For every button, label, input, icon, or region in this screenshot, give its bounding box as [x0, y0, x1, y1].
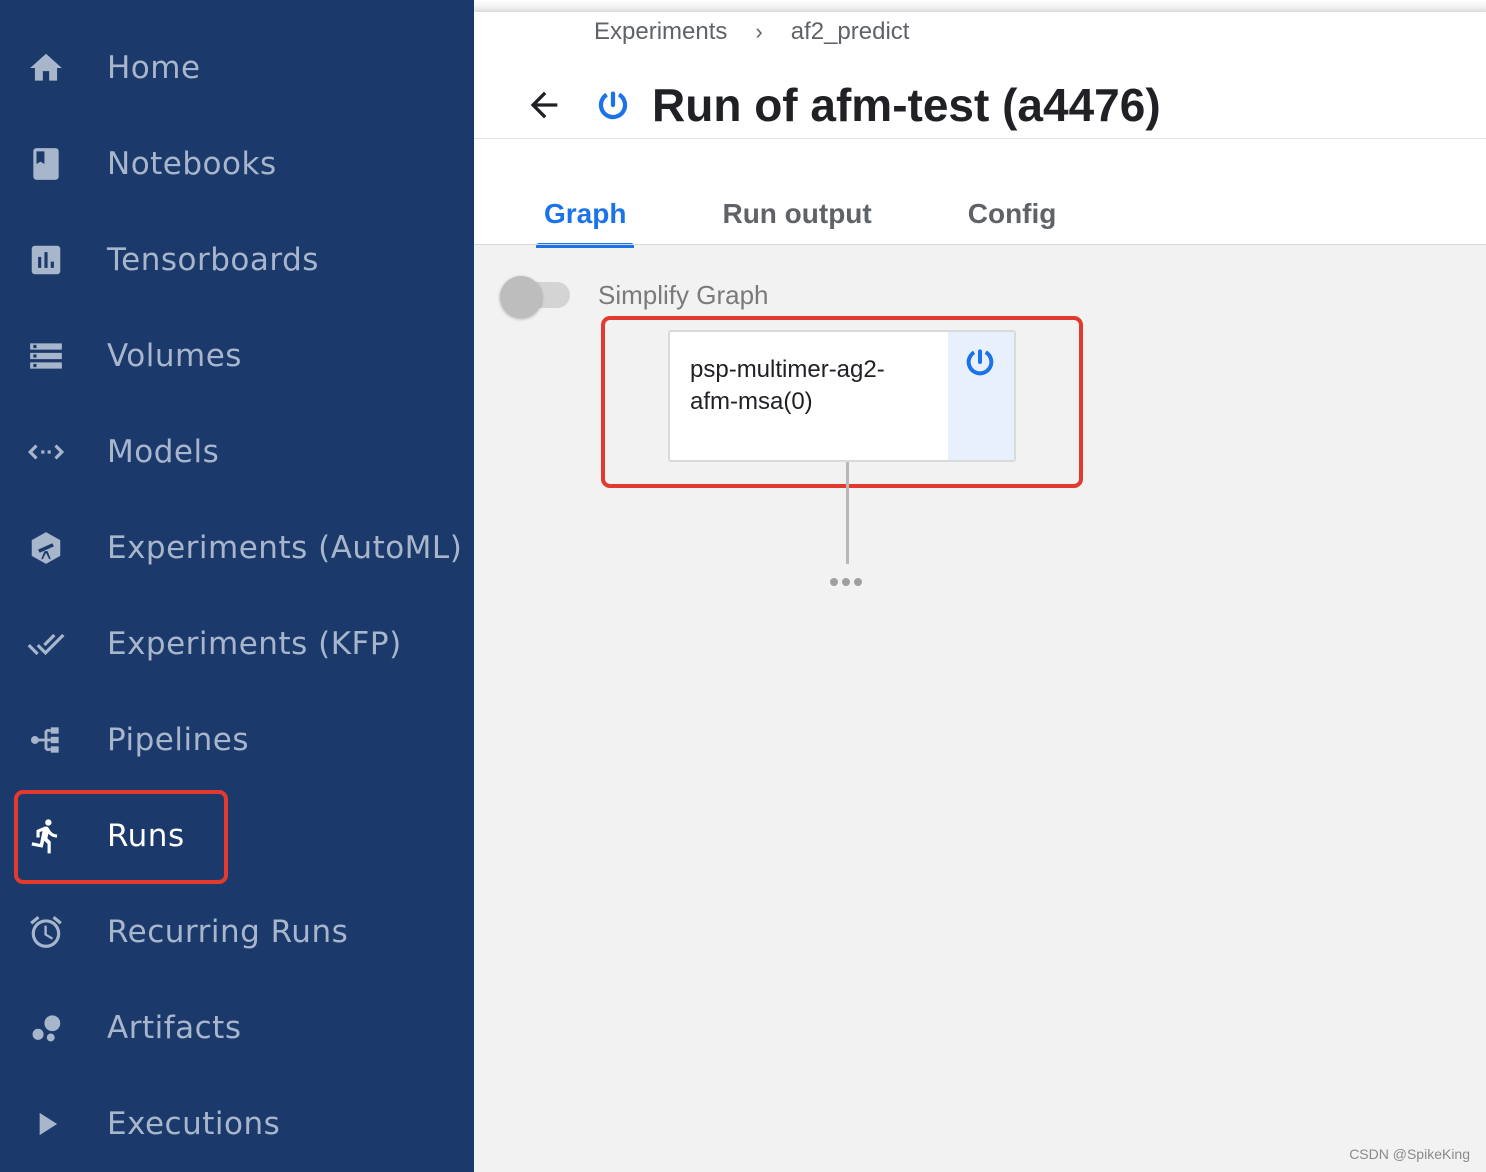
- sidebar-item-experiments-kfp[interactable]: Experiments (KFP): [0, 596, 474, 692]
- graph-node-status: [948, 332, 1014, 460]
- running-person-icon: [26, 816, 66, 856]
- running-status-icon: [598, 90, 628, 120]
- tab-config[interactable]: Config: [960, 198, 1065, 230]
- sidebar-item-label: Experiments (AutoML): [107, 530, 463, 566]
- sidebar-item-label: Volumes: [107, 338, 242, 374]
- sidebar-item-notebooks[interactable]: Notebooks: [0, 116, 474, 212]
- more-nodes-ellipsis[interactable]: [830, 578, 862, 586]
- back-arrow-button[interactable]: [524, 85, 564, 125]
- pipeline-icon: [26, 720, 66, 760]
- sidebar: Home Notebooks Tensorboards Volumes Mode…: [0, 0, 474, 1172]
- sidebar-item-experiments-automl[interactable]: Experiments (AutoML): [0, 500, 474, 596]
- bar-chart-icon: [26, 240, 66, 280]
- ellipsis-dot: [842, 578, 850, 586]
- done-all-icon: [26, 624, 66, 664]
- code-arrows-icon: [26, 432, 66, 472]
- simplify-graph-toggle[interactable]: [500, 276, 572, 318]
- tab-bar-divider: [474, 244, 1486, 245]
- running-status-icon: [966, 348, 994, 376]
- home-icon: [26, 48, 66, 88]
- back-arrow-icon: [530, 91, 558, 119]
- sidebar-item-recurring-runs[interactable]: Recurring Runs: [0, 884, 474, 980]
- notebook-icon: [26, 144, 66, 184]
- sidebar-item-label: Executions: [107, 1106, 281, 1142]
- alarm-clock-icon: [26, 912, 66, 952]
- storage-icon: [26, 336, 66, 376]
- sidebar-item-label: Models: [107, 434, 220, 470]
- sidebar-item-artifacts[interactable]: Artifacts: [0, 980, 474, 1076]
- sidebar-item-tensorboards[interactable]: Tensorboards: [0, 212, 474, 308]
- tab-graph[interactable]: Graph: [536, 198, 635, 248]
- breadcrumb-experiment-link[interactable]: af2_predict: [791, 18, 910, 46]
- top-shade: [474, 0, 1486, 12]
- header-divider: [474, 138, 1486, 139]
- sidebar-item-models[interactable]: Models: [0, 404, 474, 500]
- sidebar-item-label: Recurring Runs: [107, 914, 349, 950]
- sidebar-item-label: Pipelines: [107, 722, 249, 758]
- sidebar-item-label: Experiments (KFP): [107, 626, 402, 662]
- watermark: CSDN @SpikeKing: [1349, 1146, 1470, 1162]
- graph-node-label: psp-multimer-ag2-afm-msa(0): [690, 356, 885, 415]
- tab-run-output[interactable]: Run output: [714, 198, 879, 230]
- sidebar-item-label: Tensorboards: [107, 242, 319, 278]
- bubbles-icon: [26, 1008, 66, 1048]
- play-arrow-icon: [26, 1104, 66, 1144]
- telescope-icon: [26, 528, 66, 568]
- sidebar-item-label: Home: [107, 50, 201, 86]
- sidebar-item-label: Artifacts: [107, 1010, 242, 1046]
- toggle-knob: [500, 276, 542, 318]
- breadcrumb-separator: ›: [755, 19, 763, 44]
- ellipsis-dot: [854, 578, 862, 586]
- breadcrumb-experiments-link[interactable]: Experiments: [594, 18, 727, 46]
- title-row: Run of afm-test (a4476): [524, 78, 1161, 132]
- sidebar-item-label: Notebooks: [107, 146, 277, 182]
- graph-edge: [846, 462, 849, 564]
- run-header: Experiments › af2_predict Run of afm-tes…: [474, 12, 1486, 248]
- simplify-graph-label: Simplify Graph: [598, 280, 769, 310]
- sidebar-item-executions[interactable]: Executions: [0, 1076, 474, 1172]
- sidebar-item-pipelines[interactable]: Pipelines: [0, 692, 474, 788]
- sidebar-item-home[interactable]: Home: [0, 20, 474, 116]
- graph-node[interactable]: psp-multimer-ag2-afm-msa(0): [668, 330, 1016, 462]
- sidebar-item-runs[interactable]: Runs: [0, 788, 474, 884]
- sidebar-item-volumes[interactable]: Volumes: [0, 308, 474, 404]
- sidebar-item-label: Runs: [107, 818, 185, 854]
- ellipsis-dot: [830, 578, 838, 586]
- breadcrumb: Experiments › af2_predict: [594, 18, 909, 46]
- tab-bar: Graph Run output Config: [536, 198, 1144, 248]
- page-title: Run of afm-test (a4476): [652, 79, 1161, 131]
